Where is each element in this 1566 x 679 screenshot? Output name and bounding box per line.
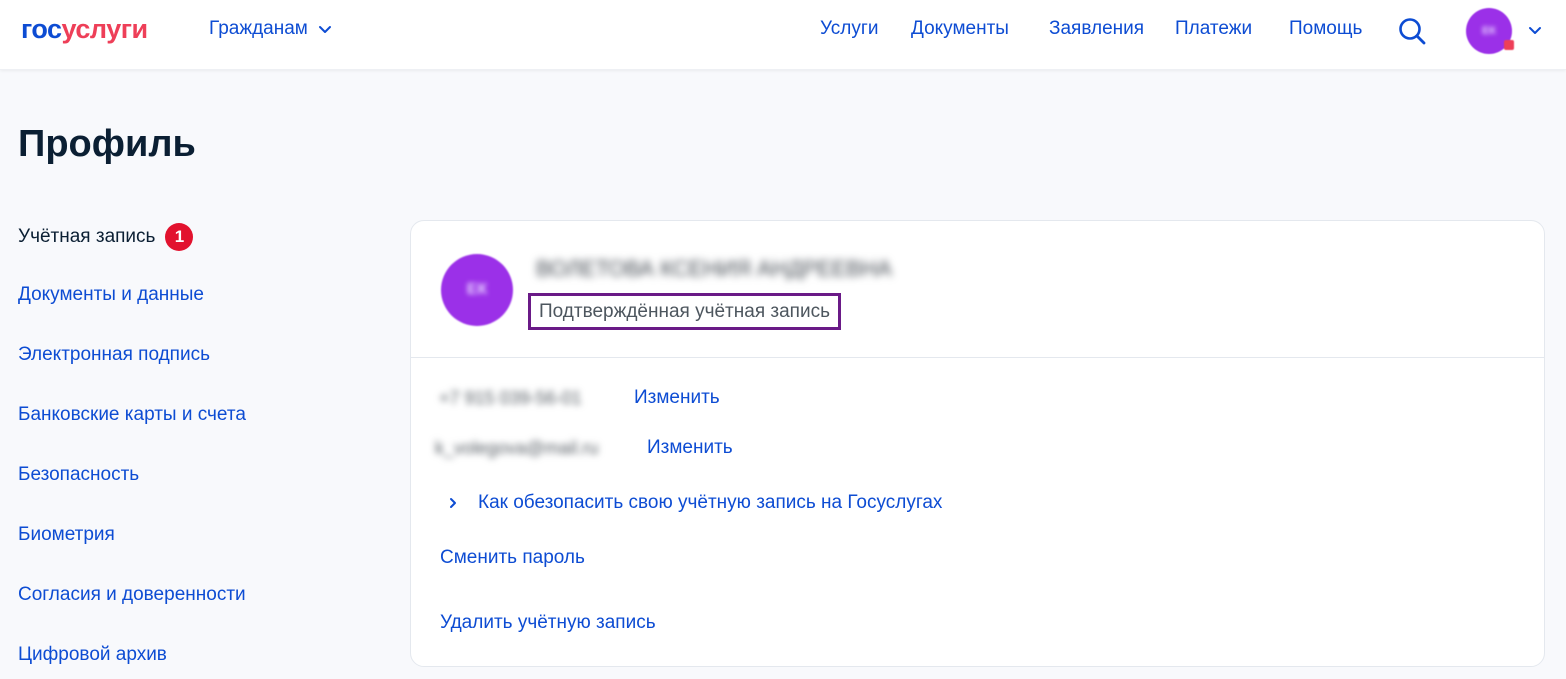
phone-value: +7 915 039-56-01 <box>439 388 582 408</box>
sidebar-item-bank-cards[interactable]: Банковские карты и счета <box>18 403 246 427</box>
sidebar-item-digital-archive[interactable]: Цифровой архив <box>18 643 167 667</box>
change-password-link[interactable]: Сменить пароль <box>440 546 585 570</box>
security-tips-expander[interactable]: Как обезопасить свою учётную запись на Г… <box>447 491 942 515</box>
profile-avatar: ЕК <box>441 254 513 326</box>
notification-dot <box>1504 40 1514 50</box>
sidebar-item-e-signature[interactable]: Электронная подпись <box>18 343 210 367</box>
nav-documents[interactable]: Документы <box>911 17 1009 41</box>
nav-help[interactable]: Помощь <box>1289 17 1362 41</box>
account-card: ЕК ВОЛЕТОВА КСЕНИЯ АНДРЕЕВНА Подтверждён… <box>410 220 1545 667</box>
chevron-down-icon[interactable] <box>1528 23 1542 37</box>
sidebar-item-security[interactable]: Безопасность <box>18 463 139 487</box>
user-avatar[interactable]: ЕК <box>1466 8 1514 54</box>
change-phone-link[interactable]: Изменить <box>634 386 720 410</box>
sidebar-item-biometrics[interactable]: Биометрия <box>18 523 115 547</box>
page-title: Профиль <box>18 123 196 165</box>
notification-badge: 1 <box>165 223 194 251</box>
top-header: госуслуги Гражданам Услуги Документы Зая… <box>0 0 1566 70</box>
chevron-down-icon <box>318 26 331 33</box>
nav-payments[interactable]: Платежи <box>1175 17 1252 41</box>
sidebar-item-label: Учётная запись <box>18 226 156 247</box>
audience-selector[interactable]: Гражданам <box>209 17 332 41</box>
delete-account-link[interactable]: Удалить учётную запись <box>440 611 656 635</box>
security-tips-label: Как обезопасить свою учётную запись на Г… <box>478 492 943 513</box>
sidebar-item-consents[interactable]: Согласия и доверенности <box>18 583 246 607</box>
sidebar-item-documents[interactable]: Документы и данные <box>18 283 204 307</box>
nav-applications[interactable]: Заявления <box>1049 17 1144 41</box>
search-icon[interactable] <box>1397 16 1427 46</box>
user-full-name: ВОЛЕТОВА КСЕНИЯ АНДРЕЕВНА <box>536 256 892 281</box>
sidebar-item-account[interactable]: Учётная запись 1 <box>18 223 194 251</box>
email-value: k_volegova@mail.ru <box>435 438 599 458</box>
profile-initials: ЕК <box>466 281 488 298</box>
audience-label: Гражданам <box>209 18 308 39</box>
verified-status: Подтверждённая учётная запись <box>528 293 841 330</box>
divider <box>411 357 1544 358</box>
nav-services[interactable]: Услуги <box>820 17 878 41</box>
gosuslugi-logo[interactable]: госуслуги <box>21 12 148 46</box>
chevron-right-icon <box>450 498 456 508</box>
change-email-link[interactable]: Изменить <box>647 436 733 460</box>
